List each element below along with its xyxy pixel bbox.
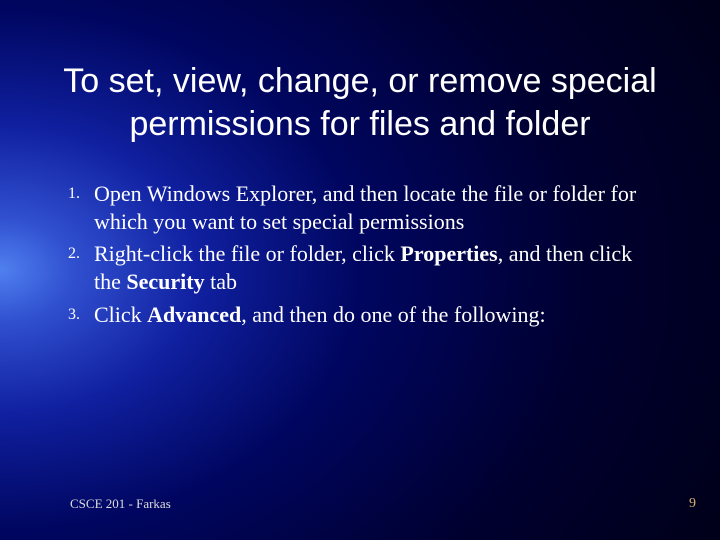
numbered-list: 1. Open Windows Explorer, and then locat… <box>60 180 660 333</box>
list-item: 2. Right-click the file or folder, click… <box>60 240 660 296</box>
slide: To set, view, change, or remove special … <box>0 0 720 540</box>
item-body: Right-click the file or folder, click Pr… <box>94 240 660 296</box>
item-body: Click Advanced, and then do one of the f… <box>94 301 546 329</box>
item-number: 2. <box>60 240 94 268</box>
item-number: 3. <box>60 301 94 329</box>
slide-title: To set, view, change, or remove special … <box>40 60 680 145</box>
list-item: 3. Click Advanced, and then do one of th… <box>60 301 660 329</box>
item-number: 1. <box>60 180 94 208</box>
list-item: 1. Open Windows Explorer, and then locat… <box>60 180 660 236</box>
slide-number: 9 <box>689 496 696 512</box>
footer-course: CSCE 201 - Farkas <box>70 496 171 512</box>
item-body: Open Windows Explorer, and then locate t… <box>94 180 660 236</box>
